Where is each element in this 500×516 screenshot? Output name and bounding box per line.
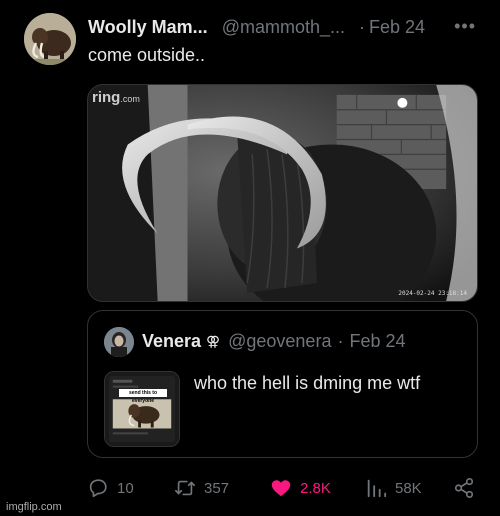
tweet-text: come outside.. [88, 45, 206, 65]
reply-button[interactable]: 10 [87, 474, 134, 502]
quote-author-avatar[interactable] [104, 327, 134, 357]
imgflip-watermark: imgflip.com [6, 501, 62, 513]
quote-author-badge: ⚢ [206, 333, 221, 349]
reply-icon [89, 479, 107, 498]
quote-text: who the hell is dming me wtf [194, 373, 421, 393]
quoted-tweet[interactable]: Venera ⚢ @geovenera · Feb 24 send this t… [87, 310, 478, 458]
more-options-icon[interactable]: ••• [454, 16, 476, 37]
retweet-count: 357 [204, 479, 230, 497]
retweet-icon [175, 480, 195, 496]
reply-count: 10 [117, 479, 134, 497]
tweet-date[interactable]: Feb 24 [369, 17, 425, 38]
views-count: 58K [395, 479, 422, 497]
views-button[interactable]: 58K [365, 474, 422, 502]
thumbnail-caption: send this to everyone [119, 389, 167, 404]
author-avatar[interactable] [24, 13, 76, 65]
quote-media-thumbnail[interactable]: send this to everyone [104, 371, 180, 447]
quote-author-name[interactable]: Venera [142, 331, 201, 352]
tweet-header: Woolly Mam... @mammoth_... · Feb 24 ••• [88, 14, 480, 40]
share-button[interactable] [453, 474, 475, 502]
quote-date[interactable]: Feb 24 [349, 331, 405, 352]
tweet: Woolly Mam... @mammoth_... · Feb 24 ••• … [0, 0, 500, 516]
quote-header: Venera ⚢ @geovenera · Feb 24 [142, 331, 406, 352]
separator-dot: · [359, 16, 365, 37]
ring-logo: ring.com [92, 89, 140, 106]
like-count: 2.8K [300, 479, 331, 497]
share-icon [454, 478, 474, 498]
retweet-button[interactable]: 357 [174, 474, 229, 502]
heart-icon [271, 480, 291, 497]
views-icon [367, 479, 387, 498]
action-bar: 10 357 2.8K 58K [87, 474, 478, 502]
tweet-media-doorbell-photo[interactable]: ring.com 2024-02-24 23:18:14 [87, 84, 478, 302]
like-button[interactable]: 2.8K [270, 474, 331, 502]
author-handle[interactable]: @mammoth_... [222, 17, 345, 38]
quote-separator-dot: · [337, 331, 344, 351]
camera-timestamp: 2024-02-24 23:18:14 [398, 290, 467, 297]
author-name[interactable]: Woolly Mam... [88, 17, 208, 38]
quote-author-handle[interactable]: @geovenera [228, 331, 331, 352]
